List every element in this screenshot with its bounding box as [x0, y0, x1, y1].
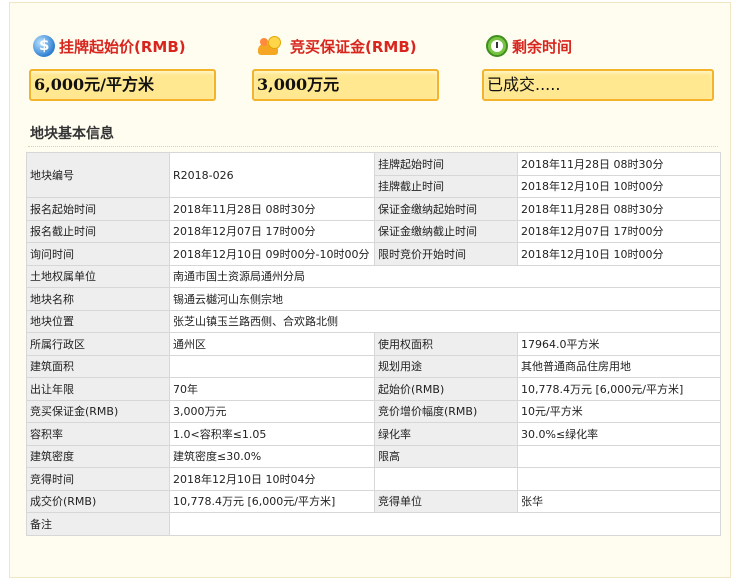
- section-title: 地块基本信息: [30, 126, 114, 142]
- build-area-value: [169, 354, 375, 378]
- district-value: 通州区: [169, 332, 375, 356]
- remark-label: 备注: [26, 512, 170, 536]
- start-price-label: 挂牌起始价(RMB): [59, 37, 186, 56]
- reg-start-label: 报名起始时间: [26, 197, 170, 221]
- deposit-row-value: 3,000万元: [169, 399, 375, 423]
- deposit-start-value: 2018年11月28日 08时30分: [517, 197, 721, 221]
- win-time-label: 竞得时间: [26, 467, 170, 491]
- district-label: 所属行政区: [26, 332, 170, 356]
- density-label: 建筑密度: [26, 444, 170, 468]
- start-price-heading: 挂牌起始价(RMB): [33, 35, 186, 57]
- use-area-value: 17964.0平方米: [517, 332, 721, 356]
- plan-use-value: 其他普通商品住房用地: [517, 354, 721, 378]
- deposit-end-value: 2018年12月07日 17时00分: [517, 219, 721, 243]
- use-area-label: 使用权面积: [374, 332, 518, 356]
- table-row: 地块位置 张芝山镇玉兰路西侧、合欢路北侧: [26, 309, 721, 333]
- deal-price-label: 成交价(RMB): [26, 489, 170, 513]
- table-row: 报名起始时间 2018年11月28日 08时30分 保证金缴纳起始时间 2018…: [26, 197, 721, 221]
- land-info-table: 地块编号 R2018-026 挂牌起始时间 2018年11月28日 08时30分…: [26, 152, 721, 536]
- divider: [28, 146, 718, 147]
- deposit-box: 3,000万元: [252, 69, 439, 101]
- parcel-name-value: 锡通云樾河山东侧宗地: [169, 287, 721, 311]
- start-price-row-value: 10,778.4万元 [6,000元/平方米]: [517, 377, 721, 401]
- plan-use-label: 规划用途: [374, 354, 518, 378]
- owner-label: 土地权属单位: [26, 264, 170, 288]
- table-row: 报名截止时间 2018年12月07日 17时00分 保证金缴纳截止时间 2018…: [26, 219, 721, 243]
- deal-price-value: 10,778.4万元 [6,000元/平方米]: [169, 489, 375, 513]
- parcel-name-label: 地块名称: [26, 287, 170, 311]
- timed-bid-start-value: 2018年12月10日 10时00分: [517, 242, 721, 266]
- green-rate-value: 30.0%≤绿化率: [517, 422, 721, 446]
- inquiry-value: 2018年12月10日 09时00分-10时00分: [169, 242, 375, 266]
- term-value: 70年: [169, 377, 375, 401]
- table-row: 容积率 1.0<容积率≤1.05 绿化率 30.0%≤绿化率: [26, 422, 721, 446]
- alarm-clock-icon: [486, 35, 508, 57]
- location-label: 地块位置: [26, 309, 170, 333]
- inquiry-label: 询问时间: [26, 242, 170, 266]
- reg-end-value: 2018年12月07日 17时00分: [169, 219, 375, 243]
- deposit-heading: 竞买保证金(RMB): [256, 35, 417, 57]
- parcel-no-label: 地块编号: [26, 152, 170, 198]
- deposit-start-label: 保证金缴纳起始时间: [374, 197, 518, 221]
- location-value: 张芝山镇玉兰路西侧、合欢路北侧: [169, 309, 721, 333]
- remark-value: [169, 512, 721, 536]
- table-row: 所属行政区 通州区 使用权面积 17964.0平方米: [26, 332, 721, 356]
- reg-end-label: 报名截止时间: [26, 219, 170, 243]
- win-time-value: 2018年12月10日 10时04分: [169, 467, 375, 491]
- height-limit-label: 限高: [374, 444, 518, 468]
- build-area-label: 建筑面积: [26, 354, 170, 378]
- list-end-value: 2018年12月10日 10时00分: [517, 174, 721, 198]
- table-row: 询问时间 2018年12月10日 09时00分-10时00分 限时竞价开始时间 …: [26, 242, 721, 266]
- money-icon: [33, 35, 55, 57]
- green-rate-label: 绿化率: [374, 422, 518, 446]
- deposit-label: 竞买保证金(RMB): [290, 37, 417, 56]
- table-row: 土地权属单位 南通市国土资源局通州分局: [26, 264, 721, 288]
- table-row: 竞得时间 2018年12月10日 10时04分: [26, 467, 721, 491]
- density-value: 建筑密度≤30.0%: [169, 444, 375, 468]
- owner-value: 南通市国土资源局通州分局: [169, 264, 721, 288]
- reg-start-value: 2018年11月28日 08时30分: [169, 197, 375, 221]
- remaining-time-box: 已成交.....: [482, 69, 714, 101]
- start-price-box: 6,000元/平方米: [29, 69, 216, 101]
- deposit-end-label: 保证金缴纳截止时间: [374, 219, 518, 243]
- table-row: 成交价(RMB) 10,778.4万元 [6,000元/平方米] 竞得单位 张华: [26, 489, 721, 513]
- far-value: 1.0<容积率≤1.05: [169, 422, 375, 446]
- coins-hand-icon: [256, 35, 286, 57]
- increment-label: 竞价增价幅度(RMB): [374, 399, 518, 423]
- table-row: 竞买保证金(RMB) 3,000万元 竞价增价幅度(RMB) 10元/平方米: [26, 399, 721, 423]
- increment-value: 10元/平方米: [517, 399, 721, 423]
- parcel-no-value: R2018-026: [169, 152, 375, 198]
- list-end-label: 挂牌截止时间: [374, 174, 518, 198]
- table-row: 地块编号 R2018-026 挂牌起始时间 2018年11月28日 08时30分: [26, 152, 721, 198]
- land-auction-panel: 挂牌起始价(RMB) 竞买保证金(RMB) 剩余时间 6,000元/平方米 3,…: [9, 2, 731, 578]
- height-limit-value: [517, 444, 721, 468]
- table-row: 建筑面积 规划用途 其他普通商品住房用地: [26, 354, 721, 378]
- remaining-time-heading: 剩余时间: [486, 35, 572, 57]
- start-price-row-label: 起始价(RMB): [374, 377, 518, 401]
- list-start-value: 2018年11月28日 08时30分: [517, 152, 721, 176]
- remaining-time-label: 剩余时间: [512, 37, 573, 56]
- table-row: 出让年限 70年 起始价(RMB) 10,778.4万元 [6,000元/平方米…: [26, 377, 721, 401]
- timed-bid-start-label: 限时竞价开始时间: [374, 242, 518, 266]
- table-row: 地块名称 锡通云樾河山东侧宗地: [26, 287, 721, 311]
- far-label: 容积率: [26, 422, 170, 446]
- winner-value: 张华: [517, 489, 721, 513]
- list-start-label: 挂牌起始时间: [374, 152, 518, 176]
- table-row: 备注: [26, 512, 721, 536]
- deposit-row-label: 竞买保证金(RMB): [26, 399, 170, 423]
- winner-label: 竞得单位: [374, 489, 518, 513]
- term-label: 出让年限: [26, 377, 170, 401]
- table-row: 建筑密度 建筑密度≤30.0% 限高: [26, 444, 721, 468]
- summary-header: 挂牌起始价(RMB) 竞买保证金(RMB) 剩余时间 6,000元/平方米 3,…: [10, 3, 730, 108]
